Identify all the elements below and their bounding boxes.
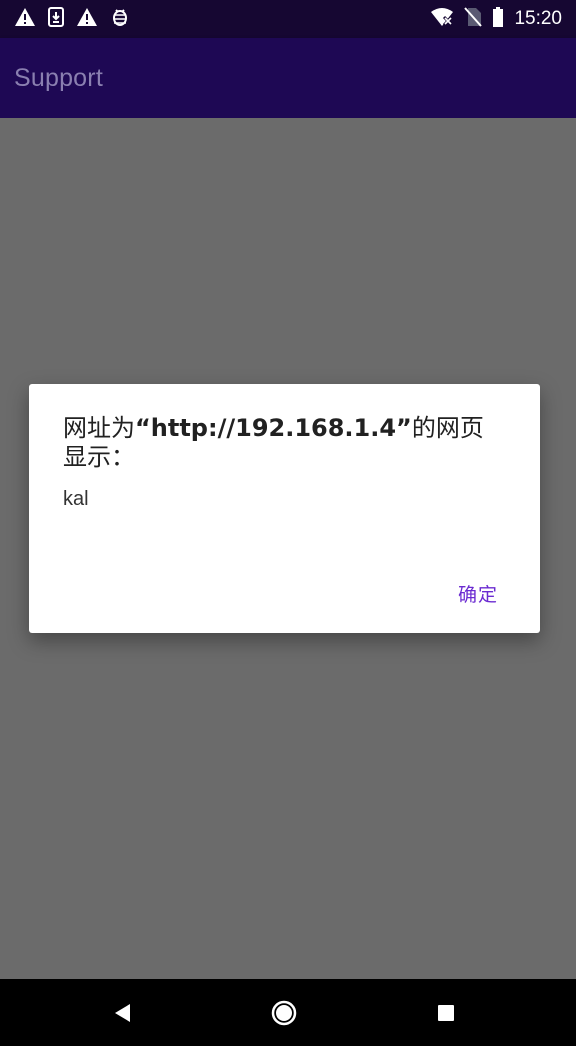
- app-bar: Support: [0, 38, 576, 118]
- recents-button[interactable]: [428, 995, 464, 1031]
- no-sim-icon: [464, 6, 483, 32]
- dialog-title: 网址为“http://192.168.1.4”的网页显示：: [63, 414, 493, 472]
- debug-bug-icon: [110, 7, 130, 32]
- app-title: Support: [14, 63, 103, 92]
- alert-dialog: 网址为“http://192.168.1.4”的网页显示： kal 确定: [29, 384, 540, 633]
- download-icon: [48, 6, 64, 32]
- dialog-title-prefix: 网址为: [63, 414, 135, 442]
- warning-icon: [14, 7, 36, 32]
- navigation-bar: [0, 979, 576, 1046]
- dialog-message: kal: [63, 488, 89, 510]
- screen: 15:20 Support 网址为“http://192.168.1.4”的网页…: [0, 0, 576, 1046]
- status-time: 15:20: [514, 8, 562, 29]
- status-right-icons: 15:20: [420, 6, 562, 32]
- home-icon: [271, 1000, 297, 1026]
- home-button[interactable]: [266, 995, 302, 1031]
- dialog-title-url: “http://192.168.1.4”: [135, 414, 412, 442]
- status-left-icons: [14, 6, 142, 32]
- status-bar: 15:20: [0, 0, 576, 38]
- warning-icon: [76, 7, 98, 32]
- ok-button[interactable]: 确定: [458, 580, 498, 607]
- back-icon: [115, 1004, 130, 1022]
- wifi-off-icon: [430, 7, 454, 32]
- battery-icon: [492, 6, 504, 32]
- recents-icon: [438, 1005, 454, 1021]
- back-button[interactable]: [104, 995, 140, 1031]
